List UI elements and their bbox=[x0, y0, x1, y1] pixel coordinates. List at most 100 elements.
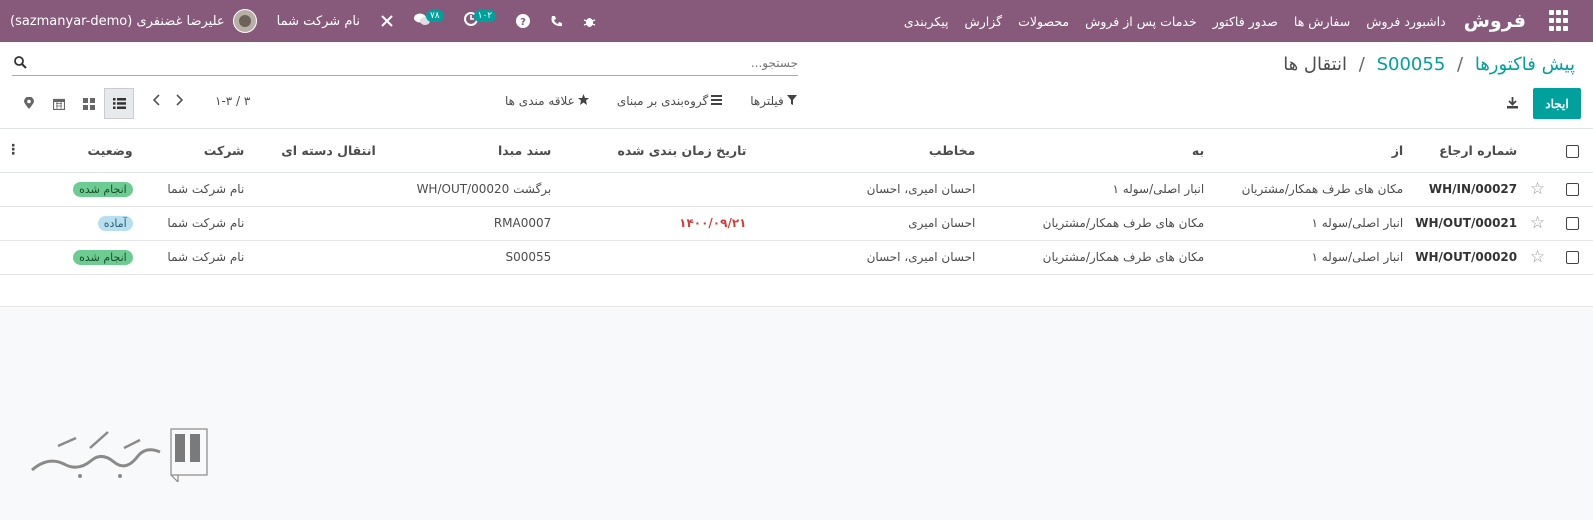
breadcrumb-order[interactable]: S00055 bbox=[1377, 54, 1446, 75]
messages-badge: ۷۸ bbox=[425, 10, 444, 22]
menu-item-configuration[interactable]: پیکربندی bbox=[904, 14, 949, 29]
header-reference[interactable]: شماره ارجاع bbox=[1409, 129, 1524, 173]
header-favorite bbox=[1523, 129, 1552, 173]
groupby-dropdown[interactable]: گروه‌بندی بر مبنای bbox=[616, 94, 723, 108]
cell-source-document: S00055 bbox=[381, 240, 558, 275]
cell-scheduled-date bbox=[557, 172, 753, 207]
debug-icon[interactable] bbox=[583, 15, 596, 28]
user-menu[interactable]: علیرضا غضنفری (sazmanyar-demo) bbox=[10, 9, 257, 33]
groupby-label: گروه‌بندی بر مبنای bbox=[616, 94, 709, 108]
favorite-star-icon[interactable]: ☆ bbox=[1523, 172, 1552, 207]
header-contact[interactable]: مخاطب bbox=[752, 129, 982, 173]
filters-dropdown[interactable]: فیلترها bbox=[750, 94, 797, 108]
status-badge: انجام شده bbox=[73, 181, 133, 197]
control-panel: پیش فاکتورها / S00055 / انتقال ها ایجاد … bbox=[0, 42, 1593, 129]
svg-text:?: ? bbox=[520, 17, 526, 28]
activities-badge: ۱۰۲ bbox=[473, 10, 497, 22]
cell-from: انبار اصلی/سوله ۱ bbox=[1210, 206, 1410, 241]
menu-item-orders[interactable]: سفارش ها bbox=[1294, 14, 1350, 29]
menu-item-after-sales[interactable]: خدمات پس از فروش bbox=[1085, 14, 1197, 29]
favorites-dropdown[interactable]: علاقه مندی ها bbox=[505, 94, 589, 108]
menu-item-dashboard[interactable]: داشبورد فروش bbox=[1366, 14, 1446, 29]
systray: علیرضا غضنفری (sazmanyar-demo) نام شرکت … bbox=[10, 0, 616, 42]
cell-scheduled-date bbox=[557, 240, 753, 275]
cell-status: انجام شده bbox=[26, 240, 139, 275]
row-checkbox[interactable] bbox=[1551, 172, 1593, 207]
header-scheduled-date[interactable]: تاریخ زمان بندی شده bbox=[557, 129, 753, 173]
row-checkbox[interactable] bbox=[1551, 240, 1593, 275]
watermark-logo bbox=[31, 428, 208, 482]
cell-from: مکان های طرف همکار/مشتریان bbox=[1210, 172, 1410, 207]
activities-menu[interactable]: ۱۰۲ bbox=[463, 10, 497, 30]
user-name: علیرضا غضنفری (sazmanyar-demo) bbox=[10, 13, 225, 29]
pager-next-icon[interactable] bbox=[175, 94, 184, 110]
search-icon[interactable] bbox=[14, 56, 27, 72]
cell-status: آماده bbox=[26, 206, 139, 241]
menu-item-invoicing[interactable]: صدور فاکتور bbox=[1213, 14, 1278, 29]
table-empty-row bbox=[0, 274, 1593, 307]
table-row[interactable]: ☆ WH/IN/00027 مکان های طرف همکار/مشتریان… bbox=[0, 172, 1593, 207]
pager-value[interactable]: ۱-۳ / ۳ bbox=[215, 94, 250, 108]
table-row[interactable]: ☆ WH/OUT/00021 انبار اصلی/سوله ۱ مکان ها… bbox=[0, 206, 1593, 241]
breadcrumb-quotations[interactable]: پیش فاکتورها bbox=[1475, 54, 1575, 75]
calendar-view-icon[interactable] bbox=[44, 88, 74, 119]
breadcrumb: پیش فاکتورها / S00055 / انتقال ها bbox=[1283, 54, 1575, 75]
create-button[interactable]: ایجاد bbox=[1533, 88, 1581, 119]
cell-contact: احسان امیری، احسان bbox=[752, 172, 982, 207]
avatar bbox=[232, 9, 257, 33]
cell-from: انبار اصلی/سوله ۱ bbox=[1210, 240, 1410, 275]
download-icon[interactable] bbox=[1506, 96, 1519, 112]
phone-icon[interactable] bbox=[550, 15, 563, 28]
map-view-icon[interactable] bbox=[14, 88, 44, 119]
cell-reference: WH/OUT/00020 bbox=[1409, 240, 1524, 275]
row-checkbox[interactable] bbox=[1551, 206, 1593, 241]
cell-batch-transfer bbox=[250, 240, 382, 275]
filter-icon bbox=[786, 94, 797, 108]
status-badge: آماده bbox=[97, 215, 133, 231]
cell-reference: WH/IN/00027 bbox=[1409, 172, 1524, 207]
table-row[interactable]: ☆ WH/OUT/00020 انبار اصلی/سوله ۱ مکان ها… bbox=[0, 240, 1593, 275]
star-icon bbox=[577, 94, 589, 108]
header-from[interactable]: از bbox=[1210, 129, 1410, 173]
header-batch-transfer[interactable]: انتقال دسته ای bbox=[250, 129, 382, 173]
kanban-view-icon[interactable] bbox=[74, 88, 104, 119]
cell-contact: احسان امیری، احسان bbox=[752, 240, 982, 275]
breadcrumb-separator: / bbox=[1358, 54, 1365, 75]
messages-menu[interactable]: ۷۸ bbox=[413, 10, 444, 30]
pager-previous-icon[interactable] bbox=[152, 94, 161, 110]
header-to[interactable]: به bbox=[981, 129, 1211, 173]
cell-company: نام شرکت شما bbox=[138, 172, 251, 207]
app-brand[interactable]: فروش bbox=[1464, 10, 1526, 32]
cell-reference: WH/OUT/00021 bbox=[1409, 206, 1524, 241]
list-view-icon[interactable] bbox=[104, 88, 134, 119]
cell-company: نام شرکت شما bbox=[138, 240, 251, 275]
cell-to: مکان های طرف همکار/مشتریان bbox=[981, 206, 1211, 241]
view-switcher bbox=[14, 88, 134, 119]
company-switcher[interactable]: نام شرکت شما bbox=[277, 14, 360, 29]
filters-label: فیلترها bbox=[750, 94, 784, 108]
breadcrumb-separator: / bbox=[1457, 54, 1464, 75]
table-header: شماره ارجاع از به مخاطب تاریخ زمان بندی … bbox=[0, 129, 1593, 173]
cell-to: انبار اصلی/سوله ۱ bbox=[981, 172, 1211, 207]
menu-item-products[interactable]: محصولات bbox=[1018, 14, 1069, 29]
menu-item-reporting[interactable]: گزارش bbox=[965, 14, 1003, 29]
cell-source-document: RMA0007 bbox=[381, 206, 558, 241]
cell-to: مکان های طرف همکار/مشتریان bbox=[981, 240, 1211, 275]
header-company[interactable]: شرکت bbox=[138, 129, 251, 173]
favorites-label: علاقه مندی ها bbox=[505, 94, 575, 108]
header-status[interactable]: وضعیت bbox=[26, 129, 139, 173]
main-menu: داشبورد فروش سفارش ها صدور فاکتور خدمات … bbox=[888, 14, 1446, 29]
select-all-checkbox[interactable] bbox=[1551, 129, 1593, 173]
favorite-star-icon[interactable]: ☆ bbox=[1523, 206, 1552, 241]
optional-columns-toggle[interactable]: ⋮ bbox=[0, 129, 27, 173]
search-input[interactable] bbox=[38, 52, 798, 74]
pager-buttons bbox=[152, 94, 184, 110]
tools-icon[interactable] bbox=[380, 14, 394, 28]
favorite-star-icon[interactable]: ☆ bbox=[1523, 240, 1552, 275]
header-source-document[interactable]: سند مبدا bbox=[381, 129, 558, 173]
list-icon bbox=[711, 94, 723, 108]
help-icon[interactable]: ? bbox=[516, 14, 531, 28]
cell-scheduled-date: ۱۴۰۰/۰۹/۲۱ bbox=[557, 206, 753, 241]
apps-menu-icon[interactable] bbox=[1546, 10, 1568, 32]
cell-contact: احسان امیری bbox=[752, 206, 982, 241]
